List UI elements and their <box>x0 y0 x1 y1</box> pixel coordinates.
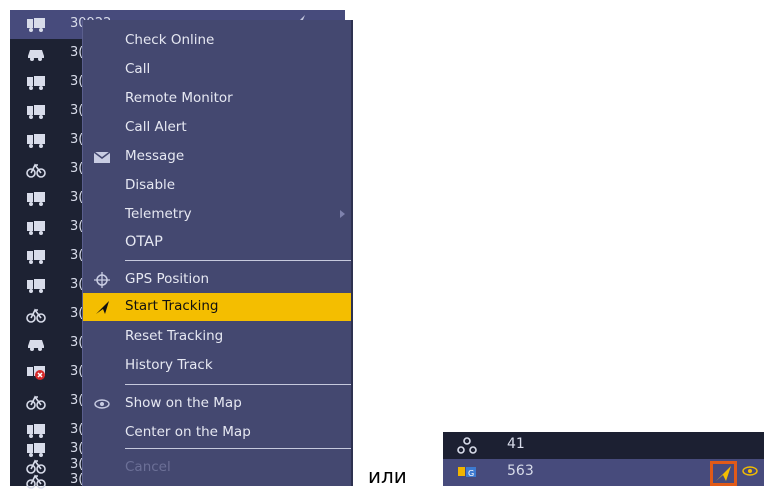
bicycle-icon <box>26 395 46 410</box>
group-row[interactable]: 41 <box>443 432 764 459</box>
eye-icon <box>94 399 110 409</box>
or-caption: или <box>368 464 407 488</box>
truck-icon <box>27 76 45 90</box>
tracking-indicator[interactable] <box>710 461 737 486</box>
menu-separator <box>125 448 351 449</box>
menu-item-remote-monitor[interactable]: Remote Monitor <box>83 85 351 113</box>
context-menu: Check Online Call Remote Monitor Call Al… <box>82 20 351 486</box>
menu-item-check-online[interactable]: Check Online <box>83 27 351 55</box>
bicycle-icon <box>26 308 46 323</box>
menu-item-label: OTAP <box>125 234 163 250</box>
menu-item-label: Reset Tracking <box>125 328 224 344</box>
group-icon <box>457 437 477 454</box>
tracking-icon <box>96 301 109 314</box>
truck-icon <box>27 279 45 293</box>
svg-text:G: G <box>468 469 474 478</box>
menu-item-cancel: Cancel <box>83 454 351 482</box>
truck-icon <box>27 250 45 264</box>
bicycle-icon <box>26 474 46 489</box>
menu-item-label: Remote Monitor <box>125 90 233 106</box>
truck-icon <box>27 221 45 235</box>
menu-item-center-on-map[interactable]: Center on the Map <box>83 419 351 447</box>
menu-item-label: Center on the Map <box>125 424 251 440</box>
vehicle-number: 563 <box>507 463 534 479</box>
menu-item-reset-tracking[interactable]: Reset Tracking <box>83 323 351 351</box>
menu-item-label: Call <box>125 61 151 77</box>
truck-offline-icon <box>27 366 45 380</box>
gps-truck-icon: G <box>458 467 476 478</box>
menu-item-telemetry[interactable]: Telemetry <box>83 201 351 229</box>
menu-separator <box>125 260 351 261</box>
menu-item-start-tracking[interactable]: Start Tracking <box>83 293 351 321</box>
menu-item-otap[interactable]: OTAP <box>83 230 351 258</box>
menu-item-message[interactable]: Message <box>83 143 351 171</box>
truck-icon <box>27 105 45 119</box>
menu-item-label: GPS Position <box>125 271 210 287</box>
car-icon <box>28 340 44 351</box>
menu-item-history-track[interactable]: History Track <box>83 352 351 380</box>
menu-item-disable[interactable]: Disable <box>83 172 351 200</box>
menu-item-label: Check Online <box>125 32 215 48</box>
menu-item-label: Call Alert <box>125 119 187 135</box>
menu-item-label: Message <box>125 148 185 164</box>
vehicle-row[interactable]: G 563 <box>443 459 764 486</box>
bicycle-icon <box>26 163 46 178</box>
tracking-icon <box>716 466 731 481</box>
truck-icon <box>27 192 45 206</box>
truck-icon <box>27 18 45 32</box>
menu-item-label: Start Tracking <box>125 298 219 314</box>
truck-icon <box>27 134 45 148</box>
menu-item-label: Show on the Map <box>125 395 242 411</box>
car-icon <box>28 50 44 61</box>
menu-item-show-on-map[interactable]: Show on the Map <box>83 390 351 418</box>
menu-item-gps-position[interactable]: GPS Position <box>83 266 351 294</box>
crosshair-icon <box>94 272 110 288</box>
mini-vehicle-panel: 41 G 563 <box>443 432 764 486</box>
eye-icon[interactable] <box>741 464 759 478</box>
menu-separator <box>125 384 351 385</box>
menu-item-label: History Track <box>125 357 213 373</box>
menu-item-label: Disable <box>125 177 176 193</box>
menu-item-call-alert[interactable]: Call Alert <box>83 114 351 142</box>
envelope-icon <box>93 151 111 163</box>
menu-item-call[interactable]: Call <box>83 56 351 84</box>
submenu-arrow-icon <box>340 210 345 218</box>
menu-item-label: Cancel <box>125 459 171 475</box>
group-number: 41 <box>507 436 525 452</box>
menu-item-label: Telemetry <box>125 206 192 222</box>
